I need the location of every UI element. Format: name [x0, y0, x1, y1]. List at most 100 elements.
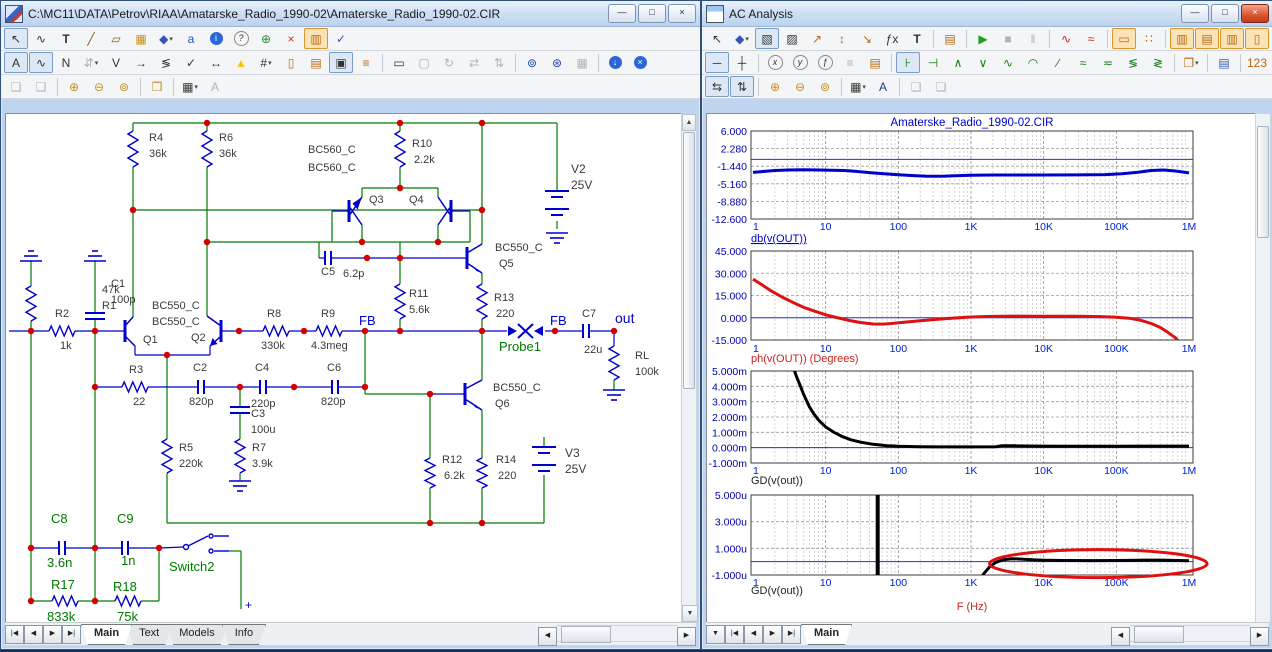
waveform-list-icon[interactable]: ▤ [1212, 52, 1236, 73]
copy-back-icon[interactable]: ❏ [29, 76, 53, 97]
cursor-properties-icon[interactable]: ▤ [863, 52, 887, 73]
crosshair-cursor-icon[interactable]: ┼ [730, 52, 754, 73]
tab-info[interactable]: Info [222, 624, 266, 645]
scale-right-icon[interactable]: ↗ [805, 28, 829, 49]
scroll-right-icon[interactable]: ▶ [1250, 627, 1269, 646]
tag-right-icon[interactable]: ⊣ [921, 52, 945, 73]
show-attributes-icon[interactable]: A [4, 52, 28, 73]
font-icon[interactable]: A [871, 76, 895, 97]
grid-icon[interactable]: #▾ [254, 52, 278, 73]
schematic-vertical-scrollbar[interactable]: ▲ ▼ [681, 113, 697, 623]
box-move-icon[interactable]: ▭ [387, 52, 411, 73]
scroll-left-icon[interactable]: ◀ [1111, 627, 1130, 646]
peak-icon[interactable]: ∧ [946, 52, 970, 73]
tab-text[interactable]: Text [126, 624, 172, 645]
horizontal-cursor-icon[interactable]: ─ [705, 52, 729, 73]
zoom-100-icon[interactable]: ⊚ [112, 76, 136, 97]
stop-icon[interactable]: ■ [996, 28, 1020, 49]
first-page-icon[interactable]: |◀ [725, 625, 744, 644]
browser-icon[interactable]: ⊕ [254, 28, 278, 49]
scroll-thumb[interactable] [1134, 626, 1184, 643]
numeric-format-icon[interactable]: 123 [1245, 52, 1269, 73]
slope-icon[interactable]: ∕ [1046, 52, 1070, 73]
wire-mode-icon[interactable]: ∿ [29, 28, 53, 49]
select-mode-icon[interactable]: ↖ [4, 28, 28, 49]
text-mode-icon[interactable]: T [54, 28, 78, 49]
rule-check-icon[interactable]: ✓ [329, 28, 353, 49]
find-icon[interactable]: ⊛ [545, 52, 569, 73]
first-page-icon[interactable]: |◀ [5, 625, 24, 644]
tab-models[interactable]: Models [166, 624, 227, 645]
info-pages-icon[interactable]: ▦ [570, 52, 594, 73]
scale-mode-icon[interactable]: ▧ [755, 28, 779, 49]
shape-mode-icon[interactable]: ▱ [104, 28, 128, 49]
schematic-canvas[interactable]: R436kR636kBC560_CBC560_CR102.2kV225VQ3Q4… [5, 113, 681, 623]
scroll-thumb[interactable] [683, 132, 695, 389]
cursor-mode-icon[interactable]: ▨ [780, 28, 804, 49]
zoom-in-icon[interactable]: ⊕ [763, 76, 787, 97]
line-mode-icon[interactable]: ╱ [79, 28, 103, 49]
zoom-100-icon[interactable]: ⊚ [813, 76, 837, 97]
data-points-icon[interactable]: ▭ [1112, 28, 1136, 49]
front-icon[interactable]: ❏ [904, 76, 928, 97]
help-icon[interactable]: ? [229, 28, 253, 49]
schematic-titlebar[interactable]: C:\MC11\DATA\Petrov\RIAA\Amatarske_Radio… [1, 1, 700, 27]
go-to-performance-icon[interactable]: ƒ [813, 52, 837, 73]
x-axis-scale-icon[interactable]: ⇆ [705, 76, 729, 97]
next-page-icon[interactable]: ▶ [43, 625, 62, 644]
prev-page-icon[interactable]: ◀ [744, 625, 763, 644]
grid-select-icon[interactable]: ▦▾ [178, 76, 202, 97]
pane-layout-4-icon[interactable]: ▯ [1245, 28, 1269, 49]
inflection-icon[interactable]: ≈ [1071, 52, 1095, 73]
token-icon[interactable]: ∷ [1137, 28, 1161, 49]
clipboard-icon[interactable]: ❐▾ [1179, 52, 1203, 73]
analysis-titlebar[interactable]: AC Analysis —□× [702, 1, 1272, 27]
font-icon[interactable]: A [203, 76, 227, 97]
region-select-icon[interactable]: ▣ [329, 52, 353, 73]
plot-vertical-scrollbar[interactable] [1255, 113, 1271, 623]
analysis-limits-icon[interactable]: ∿ [1054, 28, 1078, 49]
restore-button[interactable]: □ [1211, 4, 1239, 23]
pane-layout-2-icon[interactable]: ▤ [1195, 28, 1219, 49]
minimize-button[interactable]: — [608, 4, 636, 23]
show-cursor-icon[interactable]: ↔ [204, 52, 228, 73]
plot-area[interactable]: 6.0002.280-1.440-5.160-8.880-12.60011010… [706, 113, 1255, 623]
scale-corner-icon[interactable]: ↘ [855, 28, 879, 49]
global-high-icon[interactable]: ≂ [1096, 52, 1120, 73]
rotate-icon[interactable]: ↻ [437, 52, 461, 73]
scroll-up-icon[interactable]: ▲ [682, 114, 696, 131]
minimize-button[interactable]: — [1181, 4, 1209, 23]
stepping-icon[interactable]: ≈ [1079, 28, 1103, 49]
pause-icon[interactable]: ‖ [1021, 28, 1045, 49]
show-node-voltages-icon[interactable]: V [104, 52, 128, 73]
flip-x-icon[interactable]: ⇄ [462, 52, 486, 73]
prev-error-icon[interactable]: ↓ [603, 52, 627, 73]
tab-main[interactable]: Main [81, 624, 132, 645]
select-mode-icon[interactable]: ↖ [705, 28, 729, 49]
text-area-icon[interactable]: ▤ [304, 52, 328, 73]
bottom-icon[interactable]: ≷ [1146, 52, 1170, 73]
clear-errors-icon[interactable]: × [628, 52, 652, 73]
show-current-icon[interactable]: → [129, 52, 153, 73]
pane-layout-3-icon[interactable]: ▥ [1220, 28, 1244, 49]
prev-page-icon[interactable]: ◀ [24, 625, 43, 644]
text-mode-icon[interactable]: T [905, 28, 929, 49]
grid-select-icon[interactable]: ▦▾ [846, 76, 870, 97]
show-node-numbers-icon[interactable]: N [54, 52, 78, 73]
last-page-icon[interactable]: ▶| [62, 625, 81, 644]
scroll-track[interactable] [557, 625, 677, 642]
tag-left-icon[interactable]: ⊦ [896, 52, 920, 73]
run-icon[interactable]: ▶ [971, 28, 995, 49]
copy-front-icon[interactable]: ❏ [4, 76, 28, 97]
find-component-icon[interactable]: ⊚ [520, 52, 544, 73]
properties-icon[interactable]: ▤ [938, 28, 962, 49]
scroll-thumb[interactable] [1257, 126, 1269, 238]
go-to-y-icon[interactable]: y [788, 52, 812, 73]
scale-vertical-icon[interactable]: ↕ [830, 28, 854, 49]
go-to-branch-icon[interactable]: ≡ [838, 52, 862, 73]
horizontal-scrollbar[interactable]: ◀▶ [1111, 625, 1269, 642]
low-icon[interactable]: ◠ [1021, 52, 1045, 73]
scroll-down-icon[interactable]: ▼ [682, 605, 698, 622]
scroll-thumb[interactable] [561, 626, 611, 643]
show-pin-markers-icon[interactable]: ⇵▾ [79, 52, 103, 73]
